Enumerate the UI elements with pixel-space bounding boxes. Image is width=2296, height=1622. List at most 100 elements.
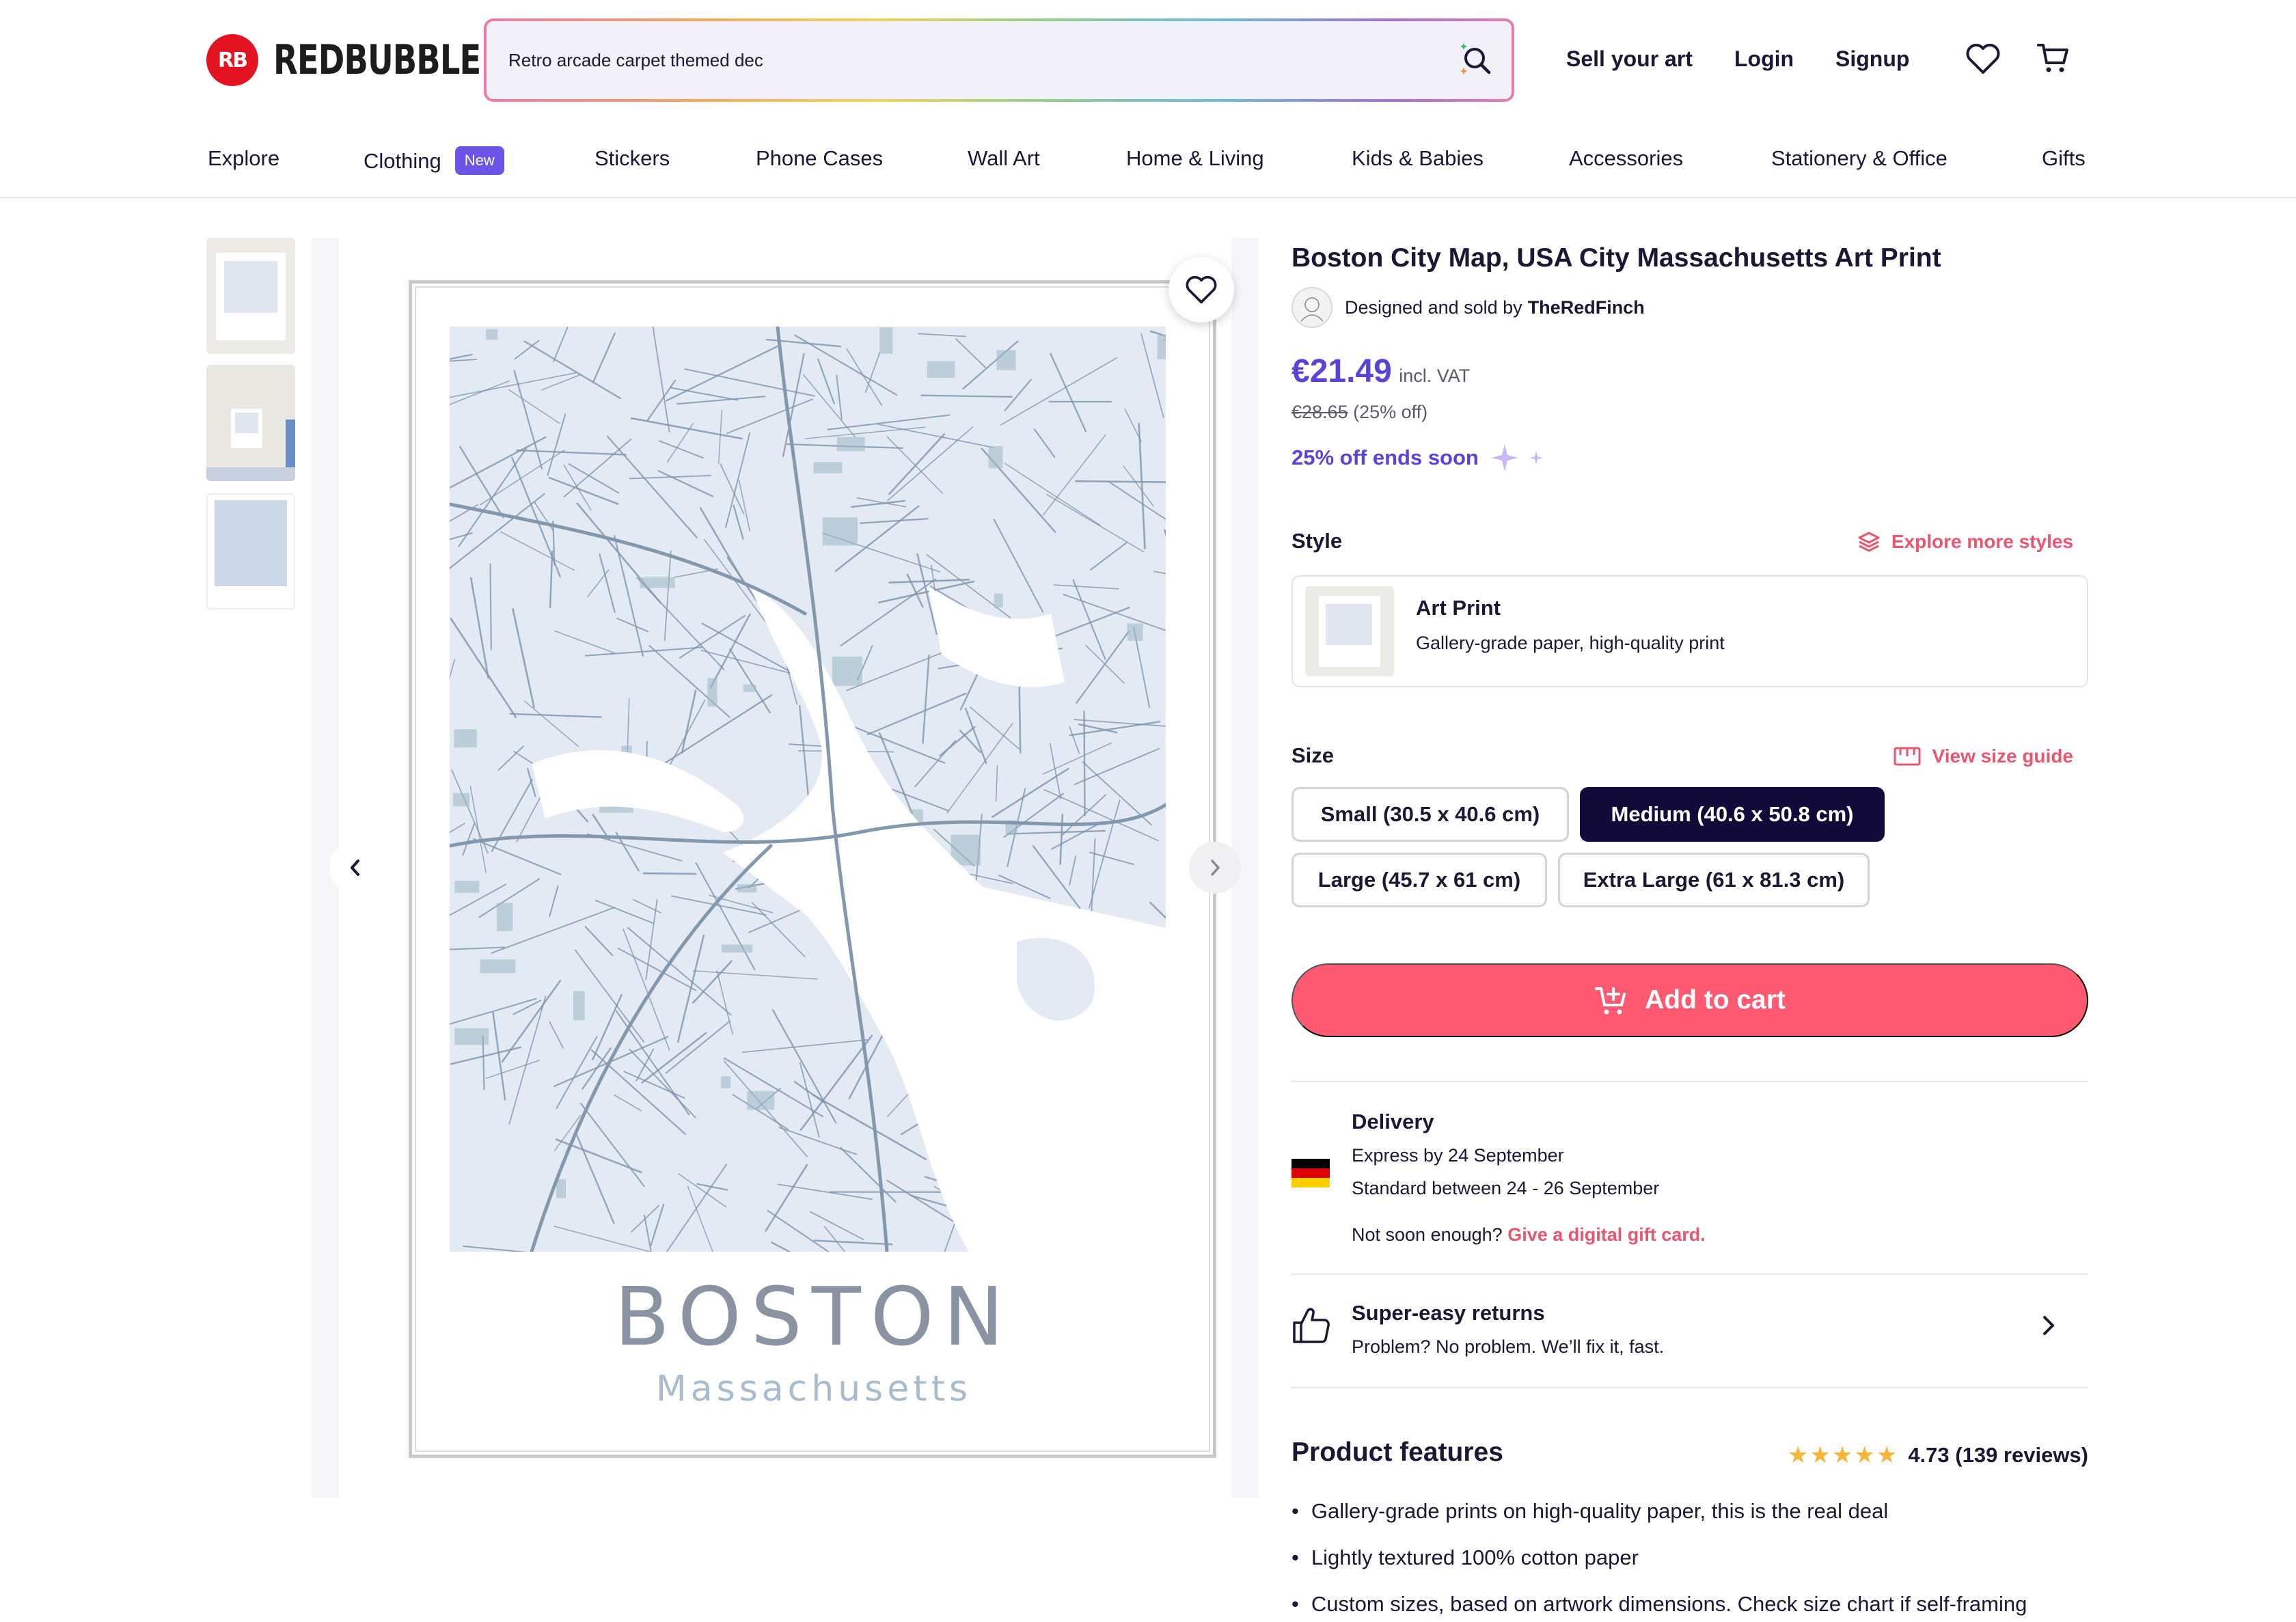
size-large-button[interactable]: Large (45.7 x 61 cm) — [1292, 853, 1547, 907]
size-extra-large-button[interactable]: Extra Large (61 x 81.3 cm) — [1558, 853, 1870, 907]
view-size-guide-label: View size guide — [1932, 745, 2073, 767]
new-badge: New — [454, 146, 504, 175]
nav-clothing[interactable]: Clothing New — [364, 146, 504, 175]
chevron-left-icon — [351, 860, 359, 876]
category-nav: Explore Clothing New Stickers Phone Cases… — [0, 116, 2296, 198]
gallery-prev-button[interactable] — [329, 842, 381, 894]
nav-stickers[interactable]: Stickers — [594, 146, 670, 171]
gallery-image-area: BOSTON Massachusetts — [339, 238, 1231, 1498]
thumbnail-2[interactable] — [206, 365, 295, 481]
divider — [1292, 1081, 2088, 1082]
search-bar — [484, 18, 1514, 102]
star-rating-icon: ★★★★★ — [1787, 1442, 1899, 1468]
header: RB REDBUBBLE Sell your art Login Signup — [0, 0, 2296, 116]
style-thumbnail — [1305, 586, 1394, 676]
cart-icon[interactable] — [2036, 41, 2070, 75]
chevron-right-icon — [1211, 860, 1220, 876]
ruler-icon — [1894, 747, 1921, 766]
nav-wall-art[interactable]: Wall Art — [968, 146, 1040, 171]
nav-gifts[interactable]: Gifts — [2042, 146, 2086, 171]
heart-icon — [1186, 275, 1217, 304]
view-size-guide-link[interactable]: View size guide — [1893, 745, 2073, 768]
thumbnail-3[interactable] — [206, 493, 295, 609]
nav-explore[interactable]: Explore — [208, 146, 279, 171]
gallery-next-button[interactable] — [1189, 842, 1241, 894]
style-label: Style — [1292, 529, 1343, 553]
thumb-floor — [206, 467, 295, 481]
product-features-title: Product features — [1292, 1438, 1503, 1467]
style-description: Gallery-grade paper, high-quality print — [1416, 633, 1725, 653]
germany-flag-icon — [1292, 1159, 1330, 1187]
style-header: Style Explore more styles — [1292, 529, 2088, 559]
delivery-title: Delivery — [1352, 1110, 1434, 1133]
returns-title: Super-easy returns — [1352, 1301, 1545, 1325]
style-name: Art Print — [1416, 596, 1501, 620]
rating-text: 4.73 (139 reviews) — [1908, 1443, 2088, 1467]
logo-text: REDBUBBLE — [273, 36, 481, 84]
favorite-button[interactable] — [1168, 257, 1234, 322]
search-input[interactable] — [508, 49, 1383, 71]
style-option-art-print[interactable]: Art Print Gallery-grade paper, high-qual… — [1292, 575, 2088, 687]
thumb-books — [286, 420, 295, 467]
price: €21.49 incl. VAT — [1292, 353, 1470, 390]
boston-map-artwork — [450, 327, 1166, 1252]
designed-by-label: Designed and sold by — [1345, 297, 1522, 318]
poster-state: Massachusetts — [655, 1369, 972, 1410]
nav-accessories[interactable]: Accessories — [1569, 146, 1683, 171]
divider — [1292, 1274, 2088, 1275]
original-price: €28.65 — [1292, 402, 1348, 422]
signup-link[interactable]: Signup — [1835, 46, 1909, 72]
nav-home-living[interactable]: Home & Living — [1126, 146, 1264, 171]
explore-more-styles-link[interactable]: Explore more styles — [1857, 530, 2073, 553]
current-price: €21.49 — [1292, 353, 1392, 389]
add-to-cart-label: Add to cart — [1645, 985, 1786, 1015]
promo-banner: 25% off ends soon — [1292, 443, 1547, 473]
redbubble-logo[interactable]: RB REDBUBBLE — [206, 34, 515, 86]
thumbs-up-icon — [1293, 1308, 1330, 1343]
sparkle-icon — [1490, 444, 1543, 471]
add-to-cart-icon — [1595, 987, 1626, 1015]
feature-item: Gallery-grade prints on high-quality pap… — [1292, 1499, 1888, 1524]
avatar[interactable] — [1292, 287, 1332, 328]
thumb-caption — [208, 590, 294, 604]
divider — [1292, 1387, 2088, 1388]
promo-text: 25% off ends soon — [1292, 445, 1479, 469]
search-icon[interactable] — [1458, 42, 1494, 77]
layers-icon — [1858, 532, 1880, 552]
thumb-map — [235, 413, 258, 433]
delivery-express: Express by 24 September — [1352, 1145, 1564, 1166]
nav-phone-cases[interactable]: Phone Cases — [756, 146, 883, 171]
size-header: Size View size guide — [1292, 743, 2088, 773]
size-medium-button[interactable]: Medium (40.6 x 50.8 cm) — [1580, 787, 1885, 842]
size-small-button[interactable]: Small (30.5 x 40.6 cm) — [1292, 787, 1569, 842]
product-title: Boston City Map, USA City Massachusetts … — [1292, 243, 1941, 273]
product-gallery: BOSTON Massachusetts — [312, 238, 1259, 1498]
rating-summary[interactable]: ★★★★★ 4.73 (139 reviews) — [1788, 1442, 2088, 1469]
designer-row: Designed and sold by TheRedFinch — [1292, 287, 1645, 328]
logo-mark: RB — [206, 34, 258, 86]
delivery-gift-row: Not soon enough? Give a digital gift car… — [1352, 1224, 1706, 1246]
discount-label: (25% off) — [1353, 402, 1428, 422]
designer-link[interactable]: TheRedFinch — [1528, 297, 1645, 318]
vat-label: incl. VAT — [1399, 366, 1471, 386]
thumb-map — [224, 261, 277, 313]
feature-item: Lightly textured 100% cotton paper — [1292, 1545, 1639, 1570]
avatar-sketch-icon — [1300, 297, 1324, 322]
delivery-standard: Standard between 24 - 26 September — [1352, 1178, 1660, 1198]
digital-gift-card-link[interactable]: Give a digital gift card. — [1507, 1224, 1706, 1245]
returns-description: Problem? No problem. We’ll fix it, fast. — [1352, 1336, 1665, 1357]
add-to-cart-button[interactable]: Add to cart — [1292, 963, 2088, 1037]
feature-item: Custom sizes, based on artwork dimension… — [1292, 1592, 2027, 1617]
thumb-map — [215, 500, 287, 586]
nav-stationery-office[interactable]: Stationery & Office — [1771, 146, 1948, 171]
explore-more-styles-label: Explore more styles — [1891, 531, 2073, 552]
thumbnail-1[interactable] — [206, 238, 295, 354]
style-thumb-map — [1326, 604, 1372, 645]
nav-kids-babies[interactable]: Kids & Babies — [1352, 146, 1484, 171]
sell-your-art-link[interactable]: Sell your art — [1566, 46, 1693, 72]
chevron-right-icon[interactable] — [2036, 1312, 2061, 1339]
not-soon-enough-label: Not soon enough? — [1352, 1224, 1503, 1245]
poster-city: BOSTON — [614, 1269, 1013, 1364]
heart-icon[interactable] — [1965, 42, 2001, 75]
login-link[interactable]: Login — [1734, 46, 1794, 72]
